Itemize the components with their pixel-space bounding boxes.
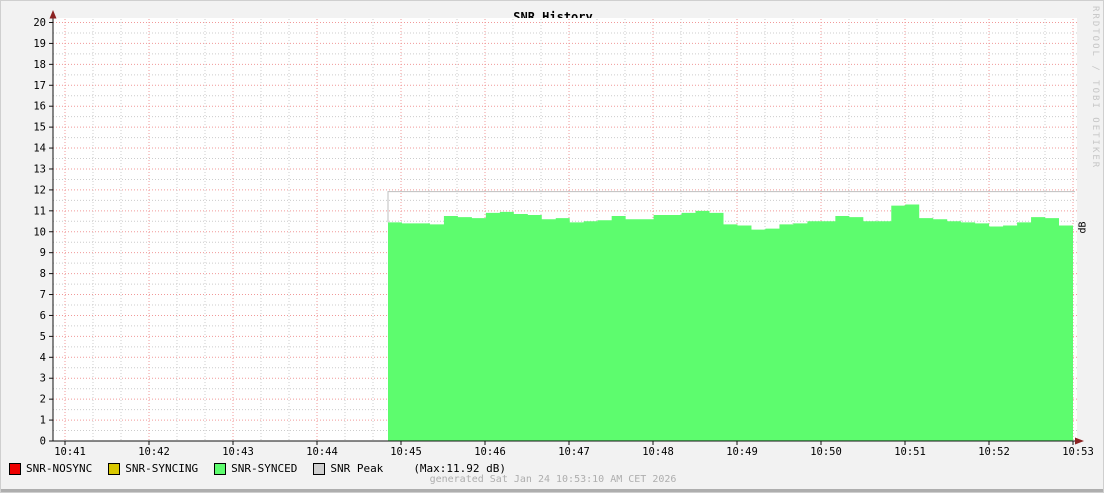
x-tick-label: 10:41 — [54, 446, 86, 458]
snr-history-chart: 0123456789101112131415161718192010:41 10:… — [33, 10, 1094, 458]
rrdtool-credit: RRDTOOL / TOBI OETIKER — [1090, 6, 1100, 170]
y-tick-label: 9 — [40, 247, 46, 259]
x-tick-label: 10:46 — [474, 446, 506, 458]
y-tick-label: 6 — [40, 310, 46, 322]
y-tick-label: 16 — [33, 101, 46, 113]
right-axis-unit-label: dB — [1077, 221, 1089, 234]
y-tick-label: 10 — [33, 226, 46, 238]
y-tick-label: 15 — [33, 122, 46, 134]
y-axis-arrow-icon — [49, 10, 57, 19]
y-tick-label: 18 — [33, 59, 46, 71]
nosync-swatch-icon — [9, 462, 21, 475]
y-tick-label: 8 — [40, 268, 46, 280]
x-tick-label: 10:48 — [642, 446, 674, 458]
y-tick-label: 14 — [33, 143, 46, 155]
y-tick-label: 0 — [40, 436, 46, 448]
y-tick-label: 17 — [33, 80, 46, 92]
generated-timestamp: generated Sat Jan 24 10:53:10 AM CET 202… — [429, 474, 677, 485]
peak-swatch-icon — [313, 462, 326, 475]
x-tick-label: 10:42 — [138, 446, 170, 458]
x-tick-label: 10:47 — [558, 446, 590, 458]
y-tick-label: 11 — [33, 205, 46, 217]
y-tick-label: 2 — [40, 394, 46, 406]
y-tick-label: 19 — [33, 38, 46, 50]
y-tick-label: 13 — [33, 163, 46, 175]
snr-synced-area — [388, 204, 1073, 441]
y-tick-label: 4 — [40, 352, 46, 364]
x-tick-label: 10:49 — [726, 446, 758, 458]
y-tick-label: 5 — [40, 331, 46, 343]
snr-history-graph: SNR History 0 1 2 3 4 5 6 7 8 9 10 11 12 13 14 15 16 17 18… — [0, 0, 1104, 493]
syncing-swatch-icon — [108, 462, 121, 475]
x-axis-arrow-icon — [1075, 437, 1084, 445]
y-tick-label: 7 — [40, 289, 46, 301]
x-tick-label: 10:52 — [978, 446, 1010, 458]
x-tick-label: 10:53 — [1062, 446, 1094, 458]
y-tick-label: 1 — [40, 415, 46, 427]
x-tick-label: 10:44 — [306, 446, 338, 458]
x-tick-label: 10:51 — [894, 446, 926, 458]
y-tick-label: 3 — [40, 373, 46, 385]
x-tick-label: 10:43 — [222, 446, 254, 458]
bottom-edge-bar — [1, 489, 1103, 492]
y-tick-label: 12 — [33, 184, 46, 196]
y-tick-label: 20 — [33, 17, 46, 29]
synced-swatch-icon — [214, 462, 227, 475]
x-tick-label: 10:45 — [390, 446, 422, 458]
x-tick-label: 10:50 — [810, 446, 842, 458]
